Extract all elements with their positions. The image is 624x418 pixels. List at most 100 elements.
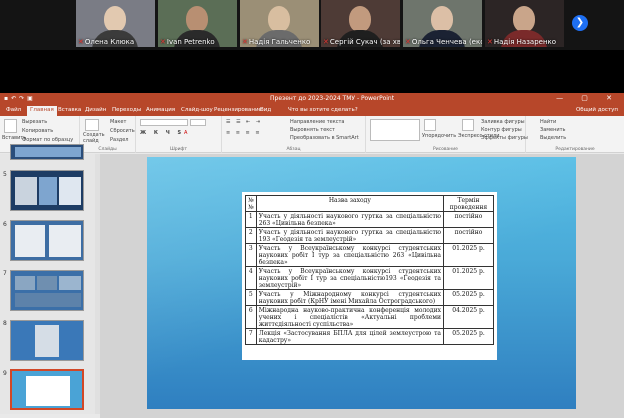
thumbnail-content (49, 225, 81, 257)
font-size-field[interactable] (190, 119, 206, 126)
thumbnail-content (59, 276, 81, 290)
participant-face (349, 6, 371, 32)
slide-thumbnail[interactable] (10, 170, 84, 211)
text-direction-button[interactable]: Направление текста (290, 119, 344, 125)
mic-muted-icon: ✕ (78, 38, 84, 46)
font-name-field[interactable] (140, 119, 188, 126)
thumbnail-content (15, 177, 37, 205)
row-term: 01.2025 р. (443, 266, 494, 290)
drawing-group: Упорядочить Экспресс-стили Заливка фигур… (366, 116, 528, 153)
window-controls[interactable]: — ▢ ✕ (556, 94, 620, 102)
video-participants-strip: ✕Олена Клюка ✕Ivan Petrenko ✕Надія Гальч… (0, 0, 624, 50)
tab-review[interactable]: Рецензирование (214, 107, 262, 113)
replace-button[interactable]: Заменить (540, 127, 566, 133)
shapes-gallery[interactable] (370, 119, 420, 141)
shape-effects-button[interactable]: Эффекты фигуры (481, 135, 528, 141)
table-row: 7 Лекція «Застосування БПЛА для цілей зе… (245, 328, 494, 345)
row-number: 2 (245, 227, 257, 244)
thumbnail-content (35, 325, 59, 357)
participant-tile[interactable]: ✕Сергій Сукач (за хвил... (321, 0, 400, 47)
row-description: Лекція «Застосування БПЛА для цілей земл… (255, 328, 445, 345)
row-number: 4 (245, 266, 257, 290)
participant-tile[interactable]: ✕Олена Клюка (76, 0, 155, 47)
header-term: Термін проведення (443, 195, 494, 212)
row-number: 7 (245, 328, 257, 345)
participant-tile[interactable]: ✕Надія Гальченко (240, 0, 319, 47)
format-painter-button[interactable]: Формат по образцу (22, 137, 73, 143)
tell-me-search[interactable]: Что вы хотите сделать? (288, 107, 358, 113)
table-header-row: № № Назва заходу Термін проведення (245, 195, 494, 212)
select-button[interactable]: Выделить (540, 135, 566, 141)
paste-icon[interactable] (4, 119, 17, 133)
group-caption: Редактирование (555, 147, 595, 152)
table-row: 4 Участь у Всеукраїнському конкурсі студ… (245, 266, 494, 290)
cut-button[interactable]: Вырезать (22, 119, 47, 125)
table-row: 5 Участь у Міжнародному конкурсі студент… (245, 289, 494, 306)
row-number: 5 (245, 289, 257, 306)
tab-file[interactable]: Файл (6, 107, 21, 113)
window-title: Презент до 2023-2024 ТМУ - PowerPoint (270, 95, 395, 102)
thumbnail-content (59, 177, 81, 205)
tab-animation[interactable]: Анимация (146, 107, 175, 113)
list-icons[interactable]: ☰ ☰ ⇤ ⇥ (226, 119, 262, 125)
row-description: Участь у діяльності наукового гуртка за … (255, 211, 445, 228)
shape-fill-button[interactable]: Заливка фигуры (481, 119, 525, 125)
smartart-button[interactable]: Преобразовать в SmartArt (290, 135, 359, 141)
reset-button[interactable]: Сбросить (110, 128, 135, 134)
quick-access-icons[interactable]: ▪↶↷▣ (4, 95, 36, 102)
slide-table-box[interactable]: № № Назва заходу Термін проведення 1 Уча… (242, 192, 497, 360)
participant-name-label: ✕Ivan Petrenko (160, 38, 215, 46)
arrange-button[interactable]: Упорядочить (422, 133, 456, 139)
copy-button[interactable]: Копировать (22, 128, 53, 134)
font-group: Ж К Ч S A Шрифт (136, 116, 222, 153)
participant-name-label: ✕Ольга Ченчева (експерт) (405, 38, 482, 46)
section-button[interactable]: Раздел (110, 137, 128, 143)
tab-slideshow[interactable]: Слайд-шоу (181, 107, 213, 113)
participant-tile[interactable]: ✕Ivan Petrenko (158, 0, 237, 47)
align-text-button[interactable]: Выровнять текст (290, 127, 335, 133)
slide-number: 5 (3, 171, 7, 178)
slide-thumbnail-selected[interactable] (10, 369, 84, 410)
row-term: постійно (443, 227, 494, 244)
row-description: Участь у діяльності наукового гуртка за … (255, 227, 445, 244)
new-slide-button[interactable]: Создать слайд (83, 132, 105, 144)
arrange-icon[interactable] (424, 119, 436, 131)
paragraph-group: ☰ ☰ ⇤ ⇥ Направление текста Выровнять тек… (222, 116, 366, 153)
participant-face (431, 6, 453, 32)
thumbnail-content (15, 276, 35, 290)
align-icons[interactable]: ≡ ≡ ≡ ≡ (226, 130, 262, 136)
find-button[interactable]: Найти (540, 119, 556, 125)
layout-button[interactable]: Макет (110, 119, 126, 125)
participant-face (513, 6, 535, 32)
tab-home[interactable]: Главная (27, 106, 57, 116)
current-slide[interactable]: № № Назва заходу Термін проведення 1 Уча… (147, 157, 576, 409)
tab-insert[interactable]: Вставка (58, 107, 81, 113)
next-participants-arrow-icon[interactable]: ❯ (572, 15, 588, 31)
shape-outline-button[interactable]: Контур фигуры (481, 127, 522, 133)
slides-group: Создать слайд Макет Сбросить Раздел Слай… (80, 116, 136, 153)
ribbon-home: Вставить Вырезать Копировать Формат по о… (0, 116, 624, 153)
slide-thumbnail[interactable] (10, 320, 84, 361)
participant-tile[interactable]: ✕Ольга Ченчева (експерт) (403, 0, 482, 47)
thumbnail-content (15, 293, 81, 307)
group-caption: Абзац (286, 147, 301, 152)
tab-view[interactable]: Вид (260, 107, 271, 113)
row-number: 3 (245, 243, 257, 267)
thumbnail-content (15, 147, 81, 157)
font-format-icons[interactable]: Ж К Ч S (140, 130, 184, 136)
group-caption: Рисование (433, 147, 458, 152)
tab-transitions[interactable]: Переходы (112, 107, 141, 113)
font-color-icon[interactable]: A (184, 130, 187, 136)
row-number: 1 (245, 211, 257, 228)
slide-number: 8 (3, 320, 7, 327)
new-slide-icon[interactable] (85, 119, 99, 131)
slide-thumbnail[interactable] (10, 144, 84, 160)
tab-design[interactable]: Дизайн (85, 107, 106, 113)
share-button[interactable]: Общий доступ (576, 107, 618, 113)
row-description: Участь у Всеукраїнському конкурсі студен… (255, 243, 445, 267)
quick-styles-icon[interactable] (462, 119, 474, 131)
editing-group: Найти Заменить Выделить Редактирование (526, 116, 624, 153)
slide-thumbnail[interactable] (10, 270, 84, 311)
slide-thumbnail[interactable] (10, 220, 84, 261)
participant-tile[interactable]: ✕Надія Назаренко (485, 0, 564, 47)
